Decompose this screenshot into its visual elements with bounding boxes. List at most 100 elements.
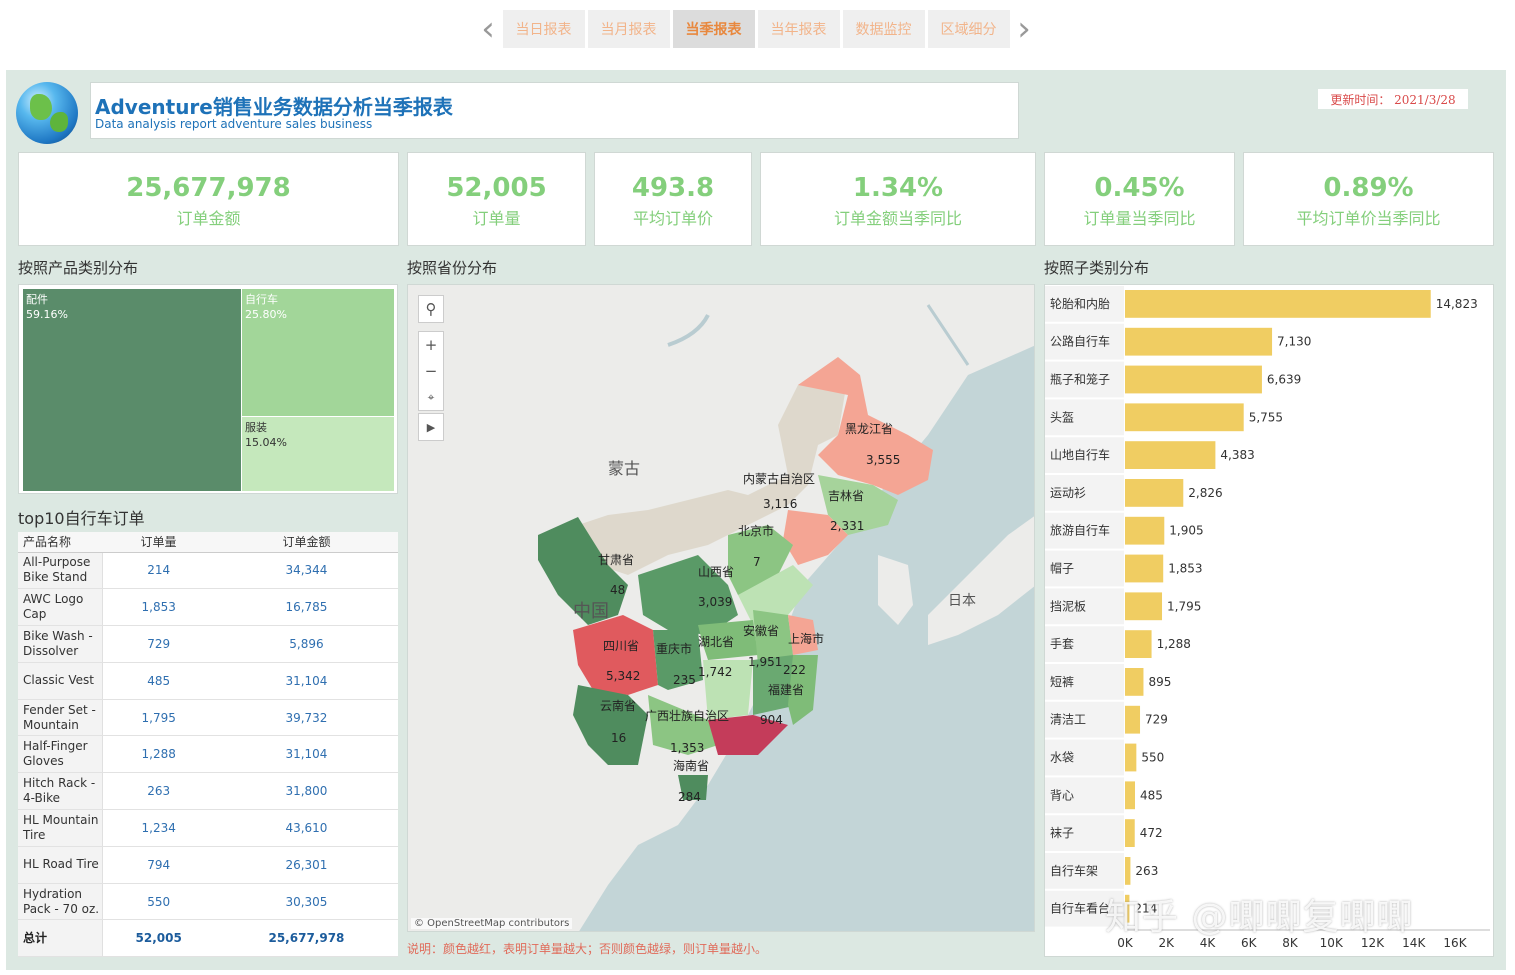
cell-order-count: 550: [102, 883, 215, 921]
cell-order-amount: 26,301: [214, 846, 398, 884]
bar[interactable]: [1125, 479, 1184, 507]
search-icon[interactable]: ⚲: [419, 296, 443, 322]
minus-icon[interactable]: −: [419, 358, 443, 384]
province-name-label: 福建省: [768, 683, 805, 697]
cell-order-count: 485: [102, 662, 215, 700]
bar[interactable]: [1125, 743, 1137, 772]
bar[interactable]: [1125, 857, 1131, 885]
bar[interactable]: [1125, 365, 1262, 394]
bar-value-label: 485: [1140, 788, 1163, 802]
table-row[interactable]: Fender Set - Mountain 1,795 39,732: [18, 699, 398, 737]
bar[interactable]: [1125, 290, 1431, 318]
tab-region[interactable]: 区域细分: [927, 10, 1010, 48]
table-row[interactable]: Bike Wash - Dissolver 729 5,896: [18, 625, 398, 663]
bar[interactable]: [1125, 630, 1152, 658]
province-map[interactable]: ⚲ + − ⌖ ▶ 蒙古 中国 日本 黑龙江省 3,555 内蒙古自治区 3,116 吉…: [407, 284, 1035, 932]
tab-daily[interactable]: 当日报表: [502, 10, 585, 48]
cell-product-name: HL Road Tire: [18, 846, 103, 884]
province-name-label: 四川省: [603, 639, 640, 653]
cell-order-amount: 31,104: [214, 662, 398, 700]
bar-value-label: 1,853: [1168, 562, 1202, 576]
play-icon[interactable]: ▶: [419, 414, 443, 440]
tab-yearly[interactable]: 当年报表: [757, 10, 840, 48]
map-attribution[interactable]: © OpenStreetMap contributors: [411, 918, 573, 929]
section-title-category: 按照产品类别分布: [18, 259, 139, 277]
bar[interactable]: [1125, 554, 1164, 583]
table-row[interactable]: HL Road Tire 794 26,301: [18, 846, 398, 884]
table-row[interactable]: Classic Vest 485 31,104: [18, 662, 398, 700]
province-value-label: 222: [783, 663, 806, 677]
cell-order-amount: 30,305: [214, 883, 398, 921]
province-value-label: 2,331: [830, 519, 865, 533]
bar[interactable]: [1125, 781, 1136, 810]
province-name-label: 海南省: [673, 759, 710, 773]
treemap-pct: 59.16%: [26, 308, 68, 321]
province-name-label: 广西壮族自治区: [645, 709, 730, 723]
update-time: 更新时间： 2021/3/28: [1318, 89, 1468, 109]
province-name-label: 上海市: [788, 632, 825, 646]
kpi-order-amount: 25,677,978 订单金额: [18, 152, 399, 246]
page-subtitle: Data analysis report adventure sales bus…: [95, 117, 373, 131]
kpi-value: 52,005: [446, 173, 547, 203]
bar-category-label: 背心: [1050, 788, 1074, 802]
map-search-control[interactable]: ⚲: [418, 295, 444, 323]
bar[interactable]: [1125, 441, 1216, 469]
kpi-label: 订单金额当季同比: [833, 209, 962, 228]
table-row[interactable]: All-Purpose Bike Stand 214 34,344: [18, 552, 398, 590]
table-row[interactable]: Hitch Rack - 4-Bike 263 31,800: [18, 772, 398, 811]
cell-product-name: All-Purpose Bike Stand: [18, 552, 103, 590]
bar-value-label: 4,383: [1220, 448, 1254, 462]
treemap-cell-clothing[interactable]: 服装 15.04%: [242, 417, 394, 491]
country-label-china: 中国: [573, 601, 609, 622]
bar-value-label: 14,823: [1436, 297, 1478, 311]
cell-product-name: Fender Set - Mountain: [18, 699, 103, 737]
kpi-value: 0.45%: [1094, 173, 1185, 203]
bar[interactable]: [1125, 819, 1135, 847]
bar-value-label: 729: [1145, 713, 1168, 727]
bar-value-label: 472: [1140, 826, 1163, 840]
bar[interactable]: [1125, 705, 1141, 734]
bar-category-label: 瓶子和笼子: [1050, 372, 1110, 387]
table-row[interactable]: Hydration Pack - 70 oz. 550 30,305: [18, 883, 398, 921]
treemap-cell-bikes[interactable]: 自行车 25.80%: [242, 289, 394, 416]
treemap-pct: 25.80%: [245, 308, 287, 321]
table-row[interactable]: AWC Logo Cap 1,853 16,785: [18, 588, 398, 627]
bar-category-label: 袜子: [1050, 826, 1074, 840]
category-treemap: 配件 59.16% 自行车 25.80% 服装 15.04%: [18, 284, 398, 494]
province-value-label: 48: [610, 583, 626, 597]
map-play-control[interactable]: ▶: [418, 413, 444, 441]
bar-value-label: 1,795: [1167, 599, 1201, 613]
bar[interactable]: [1125, 516, 1165, 545]
chevron-left-icon[interactable]: ‹: [475, 9, 501, 49]
tab-monitoring[interactable]: 数据监控: [842, 10, 925, 48]
province-value-label: 3,039: [698, 595, 733, 609]
chevron-right-icon[interactable]: ›: [1011, 9, 1037, 49]
tab-quarterly[interactable]: 当季报表: [672, 10, 755, 48]
lasso-icon[interactable]: ⌖: [419, 384, 443, 410]
bar[interactable]: [1125, 592, 1163, 621]
table-row[interactable]: HL Mountain Tire 1,234 43,610: [18, 809, 398, 847]
table-row[interactable]: Half-Finger Gloves 1,288 31,104: [18, 735, 398, 774]
bar-category-label: 公路自行车: [1050, 334, 1110, 349]
country-label-mongolia: 蒙古: [608, 459, 641, 478]
bar[interactable]: [1125, 327, 1273, 356]
bar-category-label: 帽子: [1050, 561, 1074, 576]
table-total-row: 总计 52,005 25,677,978: [18, 919, 398, 958]
bar-value-label: 1,288: [1157, 637, 1191, 651]
cell-order-count: 1,288: [102, 735, 215, 774]
province-name-label: 黑龙江省: [845, 422, 894, 436]
report-tab-bar: ‹ 当日报表 当月报表 当季报表 当年报表 数据监控 区域细分 ›: [475, 9, 1037, 49]
bar-category-label: 自行车架: [1050, 863, 1098, 878]
bar[interactable]: [1125, 403, 1244, 432]
treemap-cell-accessories[interactable]: 配件 59.16%: [23, 289, 241, 491]
cell-order-amount: 39,732: [214, 699, 398, 737]
plus-icon[interactable]: +: [419, 332, 443, 358]
bar-value-label: 2,826: [1188, 486, 1222, 500]
top10-table: 产品名称 订单量 订单金额 All-Purpose Bike Stand 214 3…: [18, 532, 398, 958]
bar[interactable]: [1125, 668, 1144, 696]
kpi-value: 0.89%: [1323, 173, 1414, 203]
province-value-label: 284: [678, 790, 701, 804]
province-name-label: 湖北省: [698, 635, 735, 649]
tab-monthly[interactable]: 当月报表: [587, 10, 670, 48]
section-title-top10: top10自行车订单: [18, 509, 145, 528]
